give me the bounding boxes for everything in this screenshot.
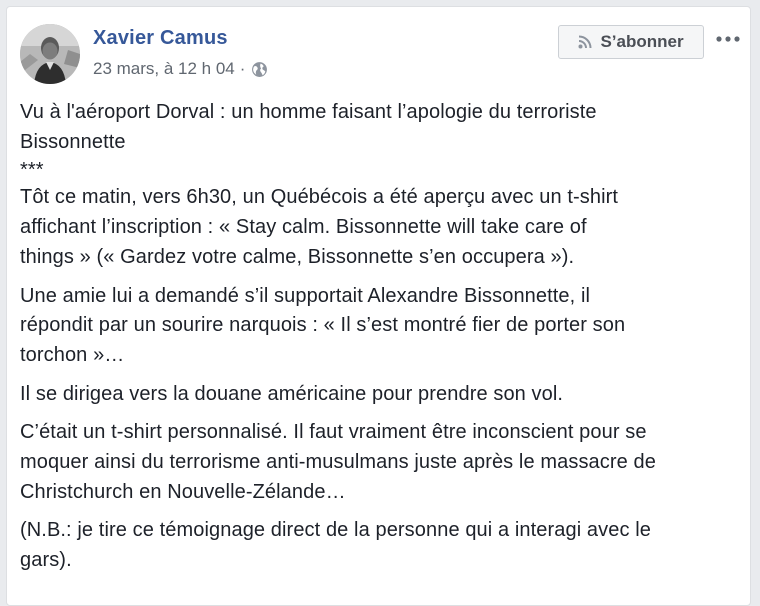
text-line: gars). [20,549,72,572]
rss-icon [578,35,592,49]
post-paragraph: C’était un t-shirt personnalisé. Il faut… [20,418,745,507]
post-paragraph: Une amie lui a demandé s’il supportait A… [20,282,745,371]
text-line: (N.B.: je tire ce témoignage direct de l… [20,519,651,542]
text-line: Vu à l'aéroport Dorval : un homme faisan… [20,101,597,123]
meta-separator: · [239,59,246,78]
more-options-icon[interactable] [714,31,742,47]
text-line: torchon »… [20,343,125,366]
post-card: Xavier Camus 23 mars, à 12 h 04 · S’abon… [6,6,751,606]
text-line: things » (« Gardez votre calme, Bissonne… [20,245,575,268]
post-meta: 23 mars, à 12 h 04 · [93,59,268,79]
text-line: *** [20,159,44,182]
post-paragraph: (N.B.: je tire ce témoignage direct de l… [20,516,745,575]
author-avatar[interactable] [20,24,80,84]
text-line: C’était un t-shirt personnalisé. Il faut… [20,421,647,444]
globe-icon[interactable] [251,61,268,78]
author-name[interactable]: Xavier Camus [93,27,228,50]
text-line: moquer ainsi du terrorisme anti-musulman… [20,451,656,474]
text-line: Bissonnette [20,130,126,153]
text-line: répondit par un sourire narquois : « Il … [20,314,626,337]
post-paragraph: Tôt ce matin, vers 6h30, un Québécois a … [20,183,745,272]
avatar-photo [20,24,80,84]
post-paragraph: *** [20,157,745,183]
post-paragraph: Vu à l'aéroport Dorval : un homme faisan… [20,98,745,157]
follow-button[interactable]: S’abonner [558,25,704,59]
text-line: Il se dirigea vers la douane américaine … [20,382,564,405]
post-text: Vu à l'aéroport Dorval : un homme faisan… [20,98,745,585]
text-line: affichant l’inscription : « Stay calm. B… [20,216,587,239]
text-line: Une amie lui a demandé s’il supportait A… [20,284,591,307]
post-timestamp[interactable]: 23 mars, à 12 h 04 [93,59,235,79]
follow-button-label: S’abonner [600,32,684,51]
text-line: Tôt ce matin, vers 6h30, un Québécois a … [20,186,619,209]
text-line: Christchurch en Nouvelle-Zélande… [20,480,346,503]
post-paragraph: Il se dirigea vers la douane américaine … [20,380,745,410]
